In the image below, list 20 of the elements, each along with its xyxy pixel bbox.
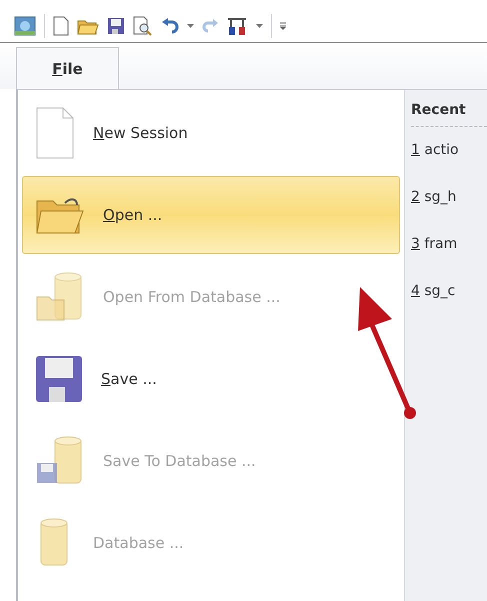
print-preview-icon[interactable] (133, 16, 153, 36)
new-document-icon[interactable] (53, 16, 69, 36)
document-icon (35, 107, 75, 159)
tool-icon[interactable] (226, 16, 248, 36)
recent-file-item[interactable]: 1 actio (411, 127, 487, 174)
app-icon[interactable] (14, 16, 36, 36)
dropdown-caret-icon[interactable] (187, 24, 194, 28)
menu-item[interactable]: Save ... (22, 340, 400, 418)
menu-item[interactable]: New Session (22, 94, 400, 172)
save-icon (35, 355, 83, 403)
menu-item[interactable]: Open ... (22, 176, 400, 254)
save-icon[interactable] (107, 17, 125, 35)
recent-file-item[interactable]: 2 sg_h (411, 174, 487, 221)
customize-icon[interactable] (280, 22, 286, 30)
recent-file-item[interactable]: 4 sg_c (411, 268, 487, 315)
recent-file-item[interactable]: 3 fram (411, 221, 487, 268)
undo-icon[interactable] (161, 18, 179, 34)
recent-heading: Recent (411, 102, 487, 127)
dropdown-caret-icon[interactable] (256, 24, 263, 28)
file-tab[interactable]: File (16, 47, 119, 89)
